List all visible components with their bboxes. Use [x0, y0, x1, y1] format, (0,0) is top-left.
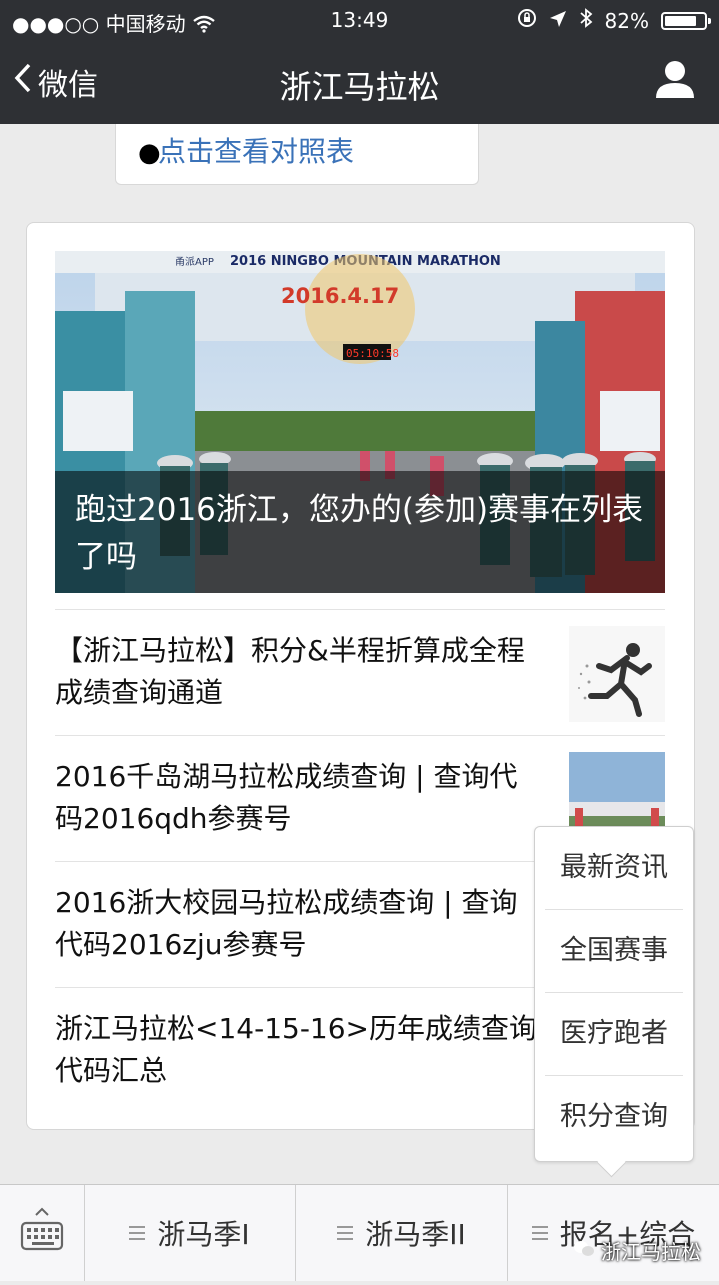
keyboard-toggle-button[interactable] [0, 1185, 85, 1281]
rotation-lock-icon [517, 8, 537, 33]
article-item[interactable]: 【浙江马拉松】积分&半程折算成全程成绩查询通道 [55, 609, 665, 736]
banner-brand: 甬派APP [175, 256, 214, 268]
tab-zhejiang-season-1[interactable]: 浙马季I [84, 1185, 296, 1281]
menu-lines-icon [337, 1226, 354, 1240]
runner-silhouette-icon [569, 626, 665, 722]
article-title: 2016浙大校园马拉松成绩查询 | 查询代码2016zju参赛号 [55, 886, 518, 961]
comparison-table-link[interactable]: 点击查看对照表 [158, 130, 354, 170]
location-icon [549, 9, 567, 33]
battery-percent: 82% [604, 8, 649, 33]
tab-label: 浙马季II [365, 1218, 466, 1251]
watermark-text: 浙江马拉松 [601, 1240, 701, 1264]
article-title: 【浙江马拉松】积分&半程折算成全程成绩查询通道 [55, 634, 525, 709]
watermark: 浙江马拉松 [573, 1236, 701, 1265]
tab-registration-general[interactable]: 报名+综合 [508, 1185, 719, 1281]
page-title: 浙江马拉松 [279, 68, 440, 106]
race-clock: 05:10:58 [346, 347, 399, 360]
submenu-popup: 最新资讯 全国赛事 医疗跑者 积分查询 [534, 826, 694, 1178]
menu-lines-icon [531, 1226, 548, 1240]
status-bar: ●●●○○ 中国移动 13:49 82% [0, 0, 719, 40]
hero-caption: 跑过2016浙江，您办的(参加)赛事在列表了吗 [55, 471, 665, 593]
race-date: 2016.4.17 [281, 284, 399, 308]
tab-zhejiang-season-2[interactable]: 浙马季II [296, 1185, 508, 1281]
menu-item-national-events[interactable]: 全国赛事 [545, 910, 683, 993]
bluetooth-icon [579, 8, 593, 33]
tab-label: 浙马季I [157, 1218, 250, 1251]
keyboard-icon [20, 1207, 64, 1251]
battery-icon [661, 11, 711, 30]
nav-bar: 微信 浙江马拉松 [0, 40, 719, 124]
menu-item-latest-news[interactable]: 最新资讯 [545, 827, 683, 910]
wechat-logo-icon [573, 1239, 595, 1263]
menu-item-points-query[interactable]: 积分查询 [545, 1076, 683, 1158]
bottom-menu-bar: 浙马季I 浙马季II 报名+综合 [0, 1184, 719, 1281]
menu-lines-icon [129, 1226, 146, 1240]
menu-item-medical-runners[interactable]: 医疗跑者 [545, 993, 683, 1076]
user-profile-icon[interactable] [653, 58, 697, 102]
article-title: 2016千岛湖马拉松成绩查询 | 查询代码2016qdh参赛号 [55, 760, 518, 835]
previous-message-card: ● 点击查看对照表 [115, 124, 479, 185]
article-title: 浙江马拉松<14-15-16>历年成绩查询代码汇总 [55, 1012, 538, 1087]
hero-article[interactable]: 2016 NINGBO MOUNTAIN MARATHON 甬派APP 2016… [55, 251, 665, 593]
